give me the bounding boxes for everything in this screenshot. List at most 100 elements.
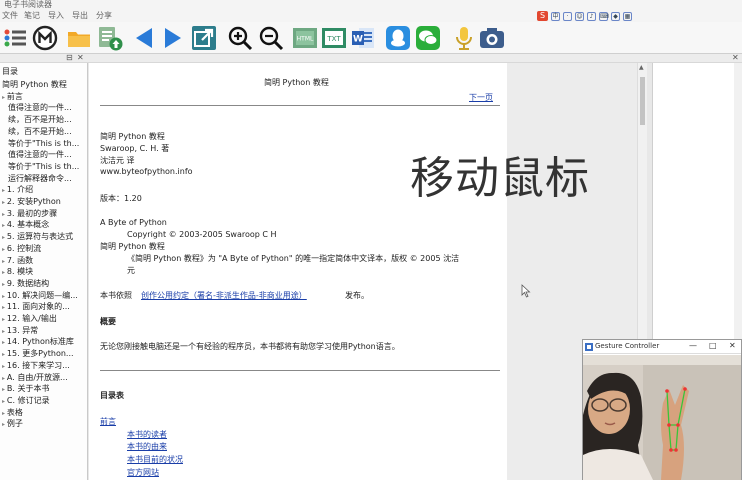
toc-item-label: A. 自由/开放源... bbox=[6, 372, 68, 382]
txt-export-icon[interactable]: TXT bbox=[321, 25, 347, 51]
book-title: 简明 Python 教程 bbox=[100, 132, 165, 141]
qq-icon[interactable] bbox=[385, 25, 411, 51]
toc-item-label: 表格 bbox=[6, 407, 23, 417]
toc-item[interactable]: ▸ 6. 控制流 bbox=[2, 243, 41, 254]
gesture-window-title: Gesture Controller bbox=[595, 342, 660, 350]
share-icon[interactable] bbox=[191, 25, 217, 51]
toc-item[interactable]: ▸ 12. 输入/输出 bbox=[2, 313, 57, 324]
upload-book-icon[interactable] bbox=[97, 25, 123, 51]
microphone-icon[interactable] bbox=[451, 25, 477, 51]
toc-item[interactable]: ▸ 4. 基本概念 bbox=[2, 219, 49, 230]
ime-voice-icon[interactable]: ♪ bbox=[587, 11, 596, 21]
contents-link-origin[interactable]: 本书的由来 bbox=[127, 441, 167, 452]
toc-item[interactable]: ▸ 2. 安装Python bbox=[2, 196, 61, 207]
folder-icon[interactable] bbox=[66, 25, 92, 51]
menu-file[interactable]: 文件 bbox=[2, 10, 18, 21]
contents-link-status[interactable]: 本书目前的状况 bbox=[127, 454, 183, 465]
mouse-cursor-icon bbox=[521, 284, 531, 301]
translation-notice: 《简明 Python 教程》为 "A Byte of Python" 的唯一指定… bbox=[127, 254, 460, 263]
wechat-icon[interactable] bbox=[415, 25, 441, 51]
toc-item[interactable]: ▸ 15. 更多Python... bbox=[2, 348, 74, 359]
book-translator: 沈洁元 译 bbox=[100, 156, 135, 165]
license-suffix: 发布。 bbox=[345, 291, 369, 300]
contents-heading: 目录表 bbox=[100, 391, 124, 400]
contents-link-preface[interactable]: 前言 bbox=[100, 416, 116, 427]
ime-skin-icon[interactable]: ◆ bbox=[611, 11, 620, 21]
ime-tools-icon[interactable]: ▦ bbox=[623, 11, 632, 21]
toc-item-label: 8. 模块 bbox=[6, 267, 34, 277]
word-export-icon[interactable]: W bbox=[350, 25, 376, 51]
toc-item[interactable]: 等价于"This is th... bbox=[8, 138, 79, 149]
license-link[interactable]: 创作公用约定（署名-非派生作品-非商业用途） bbox=[141, 290, 307, 301]
right-pane-close-icon[interactable]: ✕ bbox=[732, 53, 739, 62]
next-page-link[interactable]: 下一页 bbox=[469, 92, 493, 103]
minimize-button[interactable]: — bbox=[689, 341, 697, 350]
toc-item[interactable]: ▸ 11. 面向对象的... bbox=[2, 301, 70, 312]
ime-lang-icon[interactable]: 中 bbox=[551, 11, 560, 21]
toc-item[interactable]: ▸ 3. 最初的步骤 bbox=[2, 208, 57, 219]
contents-link-readers[interactable]: 本书的读者 bbox=[127, 429, 167, 440]
toc-item[interactable]: ▸ A. 自由/开放源... bbox=[2, 372, 68, 383]
pin-icon[interactable]: ⊟ bbox=[66, 53, 73, 62]
zoom-in-icon[interactable] bbox=[227, 25, 253, 51]
toc-item-label: 前言 bbox=[6, 91, 23, 101]
toc-item[interactable]: ▸ 13. 异常 bbox=[2, 325, 38, 336]
ime-emoji-icon[interactable]: ☺ bbox=[575, 11, 584, 21]
divider bbox=[100, 370, 500, 371]
toc-item[interactable]: 等价于"This is th... bbox=[8, 161, 79, 172]
toc-close-icon[interactable]: ✕ bbox=[77, 53, 84, 62]
next-arrow-icon[interactable] bbox=[160, 25, 186, 51]
list-icon[interactable] bbox=[2, 25, 28, 51]
toc-item[interactable]: ▸ 7. 函数 bbox=[2, 255, 33, 266]
toc-item[interactable]: 续，百不是开始... bbox=[8, 126, 72, 137]
toc-item[interactable]: ▸ 16. 接下来学习... bbox=[2, 360, 70, 371]
toc-item-label: 12. 输入/输出 bbox=[6, 314, 57, 323]
gesture-overlay-text: 移动鼠标 bbox=[410, 153, 590, 204]
book-content: 简明 Python 教程 下一页 简明 Python 教程 Swaroop, C… bbox=[89, 63, 507, 480]
scroll-up-icon[interactable]: ▲ bbox=[639, 64, 644, 71]
toc-item[interactable]: ▸ 前言 bbox=[2, 91, 23, 102]
menu-import[interactable]: 导入 bbox=[48, 10, 64, 21]
toc-item[interactable]: ▸ 5. 运算符与表达式 bbox=[2, 231, 73, 242]
copyright-line: Copyright © 2003-2005 Swaroop C H bbox=[127, 230, 277, 239]
gesture-window-titlebar[interactable]: Gesture Controller — □ ✕ bbox=[583, 340, 741, 354]
toc-sidebar: 目录 简明 Python 教程 ▸ 前言 值得注意的一件... 续，百不是开始... 续… bbox=[0, 63, 88, 480]
ime-keyboard-icon[interactable]: ⌨ bbox=[599, 11, 609, 21]
toc-item[interactable]: 简明 Python 教程 bbox=[2, 79, 67, 90]
menu-notes[interactable]: 笔记 bbox=[24, 10, 40, 21]
ime-punct-icon[interactable]: · bbox=[563, 11, 572, 21]
toc-item[interactable]: 值得注意的一件... bbox=[8, 149, 72, 160]
toc-item[interactable]: 运行解释器命令... bbox=[8, 173, 72, 184]
webcam-feed bbox=[583, 355, 741, 480]
toc-item[interactable]: ▸ 例子 bbox=[2, 418, 23, 429]
toc-item[interactable]: 续，百不是开始... bbox=[8, 114, 72, 125]
menu-export[interactable]: 导出 bbox=[72, 10, 88, 21]
svg-text:W: W bbox=[353, 35, 363, 45]
menu-share[interactable]: 分享 bbox=[96, 10, 112, 21]
prev-arrow-icon[interactable] bbox=[131, 25, 157, 51]
divider bbox=[100, 105, 500, 106]
toc-item[interactable]: ▸ 8. 模块 bbox=[2, 266, 33, 277]
scroll-thumb[interactable] bbox=[640, 77, 645, 125]
toc-item-label: B. 关于本书 bbox=[6, 384, 50, 394]
toc-item[interactable]: ▸ 14. Python标准库 bbox=[2, 336, 74, 347]
svg-text:TXT: TXT bbox=[326, 35, 341, 43]
zoom-out-icon[interactable] bbox=[258, 25, 284, 51]
ime-toolbar: S 中 · ☺ ♪ ⌨ ◆ ▦ bbox=[537, 10, 632, 22]
maximize-button[interactable]: □ bbox=[709, 341, 717, 350]
toc-item[interactable]: ▸ 1. 介绍 bbox=[2, 184, 33, 195]
toc-item-label: 续，百不是开始... bbox=[8, 126, 72, 136]
toc-item[interactable]: ▸ B. 关于本书 bbox=[2, 383, 50, 394]
contents-link-website[interactable]: 官方网站 bbox=[127, 467, 159, 478]
sogou-icon[interactable]: S bbox=[537, 11, 548, 21]
close-button[interactable]: ✕ bbox=[729, 341, 736, 350]
html-export-icon[interactable]: HTML bbox=[292, 25, 318, 51]
camera-icon[interactable] bbox=[479, 25, 505, 51]
toc-item[interactable]: ▸ 10. 解决问题—编... bbox=[2, 290, 78, 301]
toc-item[interactable]: ▸ 9. 数据结构 bbox=[2, 278, 49, 289]
m-logo-icon[interactable] bbox=[32, 25, 58, 51]
toc-item[interactable]: ▸ 表格 bbox=[2, 407, 23, 418]
toc-item-label: C. 修订记录 bbox=[6, 395, 50, 405]
toc-item[interactable]: 值得注意的一件... bbox=[8, 102, 72, 113]
toc-item[interactable]: ▸ C. 修订记录 bbox=[2, 395, 50, 406]
